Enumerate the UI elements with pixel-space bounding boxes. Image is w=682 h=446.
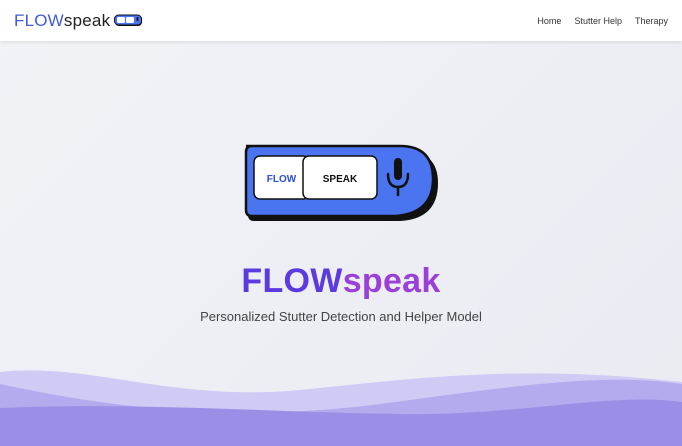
hero-logo: FLOW SPEAK [244,144,438,221]
main-nav: Home Stutter Help Therapy [537,16,668,26]
hero-title-flow: FLOW [241,262,343,300]
brand-flow-text: FLOW [14,10,64,30]
hero-title-speak: speak [342,262,441,300]
decorative-waves [0,370,682,446]
logo-tile-speak-text: SPEAK [323,174,358,185]
brand-speak-text: speak [63,10,111,30]
nav-home[interactable]: Home [537,16,561,26]
nav-therapy[interactable]: Therapy [635,16,668,26]
brand[interactable]: FLOWspeak [14,11,144,31]
top-navbar: FLOWspeak Home Stutter Help Therapy [0,0,682,41]
logo-tile-flow-text: FLOW [267,174,297,185]
brand-wordmark[interactable]: FLOWspeak [14,11,110,31]
hero-subtitle: Personalized Stutter Detection and Helpe… [200,309,482,324]
nav-stutter-help[interactable]: Stutter Help [574,16,622,26]
hero-title: FLOWspeak [0,262,682,301]
logo-tile-speak: SPEAK [302,155,378,200]
brand-logo-icon [114,14,143,26]
logo-tile-flow: FLOW [253,155,310,200]
